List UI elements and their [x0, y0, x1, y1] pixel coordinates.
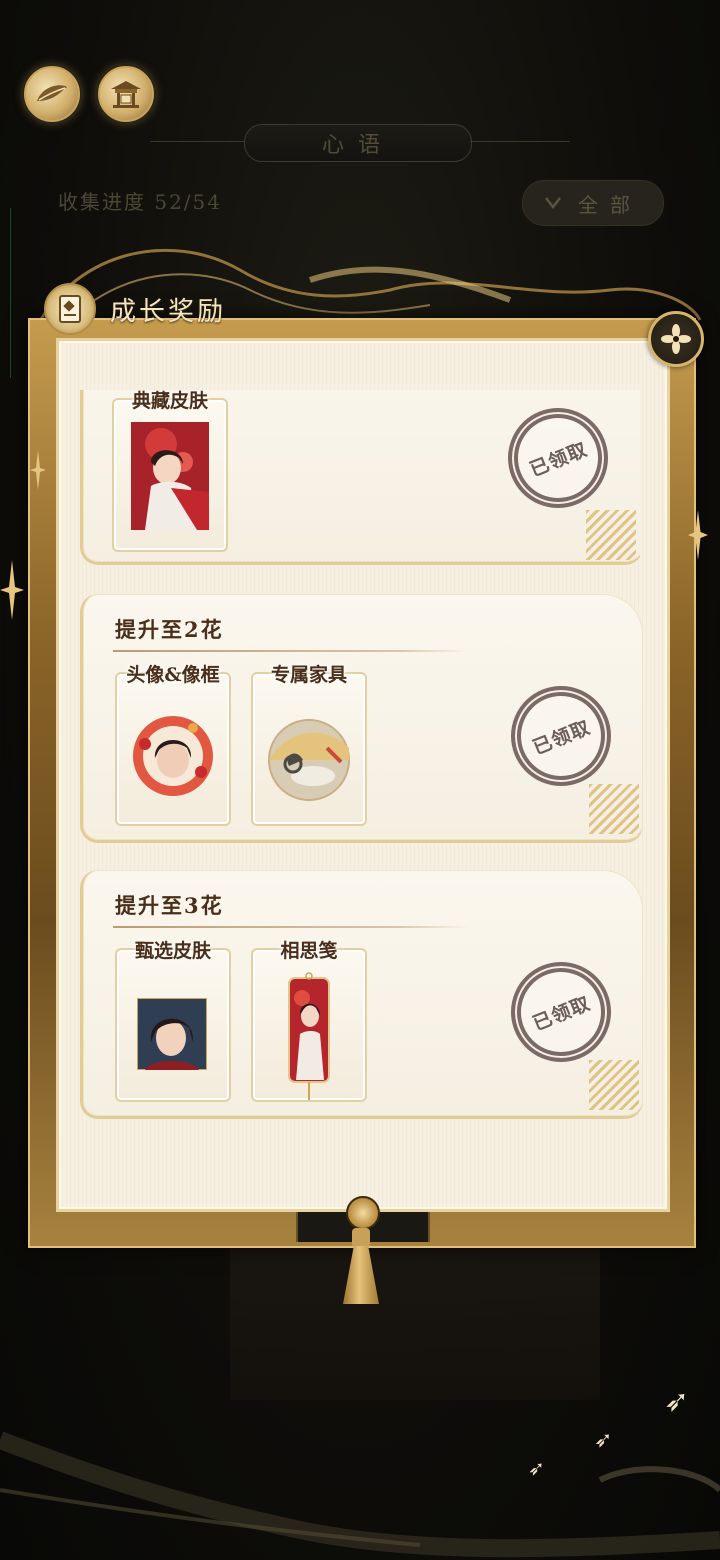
- filter-label: 全部: [578, 192, 642, 217]
- reward-slot[interactable]: 头像&像框: [115, 664, 231, 826]
- reward-label: 典藏皮肤: [131, 390, 208, 412]
- card-divider: [113, 650, 469, 652]
- page-title: 心语: [244, 124, 472, 162]
- sparkle-icon: [688, 510, 708, 560]
- reward-card-2: 提升至2花 头像&像框 专属家具 已领取: [80, 594, 643, 843]
- title-divider-left: [150, 141, 244, 142]
- tassel-cap: [352, 1228, 370, 1248]
- furniture-icon: [268, 719, 350, 801]
- modal-title: 成长奖励: [110, 296, 227, 327]
- claimed-stamp: 已领取: [495, 946, 627, 1078]
- reward-card-3: 提升至3花 甄选皮肤 相思笺 已领取: [80, 870, 643, 1119]
- background-artwork: [230, 1240, 600, 1400]
- reward-letter-icon: [44, 283, 96, 335]
- avatar-frame-icon: [133, 716, 213, 796]
- leaf-icon: [37, 85, 67, 101]
- card-corner-decoration: [589, 1060, 639, 1110]
- filter-dropdown[interactable]: 全部: [522, 180, 664, 226]
- reward-label: 头像&像框: [126, 664, 220, 686]
- back-leaf-button[interactable]: [24, 66, 80, 122]
- card-title: 提升至2花: [115, 617, 224, 642]
- cloud-decoration: [0, 1431, 720, 1558]
- reward-card-1: 典藏皮肤 已领取: [80, 390, 640, 566]
- portrait-skin-icon: [137, 998, 207, 1070]
- reward-label: 甄选皮肤: [134, 940, 211, 962]
- reward-slot[interactable]: 专属家具: [251, 664, 367, 826]
- collection-progress: 收集进度 52/54: [58, 190, 222, 214]
- card-corner-decoration: [589, 784, 639, 834]
- reward-slot[interactable]: 甄选皮肤: [115, 940, 231, 1102]
- chevron-down-icon: [545, 197, 561, 210]
- pendant-flower-icon: [346, 1196, 380, 1230]
- claimed-stamp: 已领取: [495, 670, 627, 802]
- pavilion-button[interactable]: [98, 66, 154, 122]
- pavilion-icon: [111, 81, 141, 108]
- modal-header: 成长奖励: [44, 282, 344, 336]
- card-corner-decoration: [586, 510, 636, 560]
- reward-label: 专属家具: [270, 664, 347, 686]
- reward-slot[interactable]: 相思笺: [251, 940, 367, 1102]
- reward-label: 相思笺: [280, 940, 338, 962]
- reward-slot[interactable]: 典藏皮肤: [112, 390, 228, 552]
- card-title: 提升至3花: [115, 893, 224, 918]
- title-divider-right: [470, 141, 570, 142]
- skin-card-icon: [131, 422, 209, 530]
- bookmark-card-icon: [288, 972, 330, 1100]
- sparkle-icon: [0, 560, 24, 620]
- sparkle-icon: [30, 450, 46, 490]
- close-button[interactable]: [648, 311, 704, 367]
- close-flower-icon: [661, 324, 691, 354]
- card-divider: [113, 926, 469, 928]
